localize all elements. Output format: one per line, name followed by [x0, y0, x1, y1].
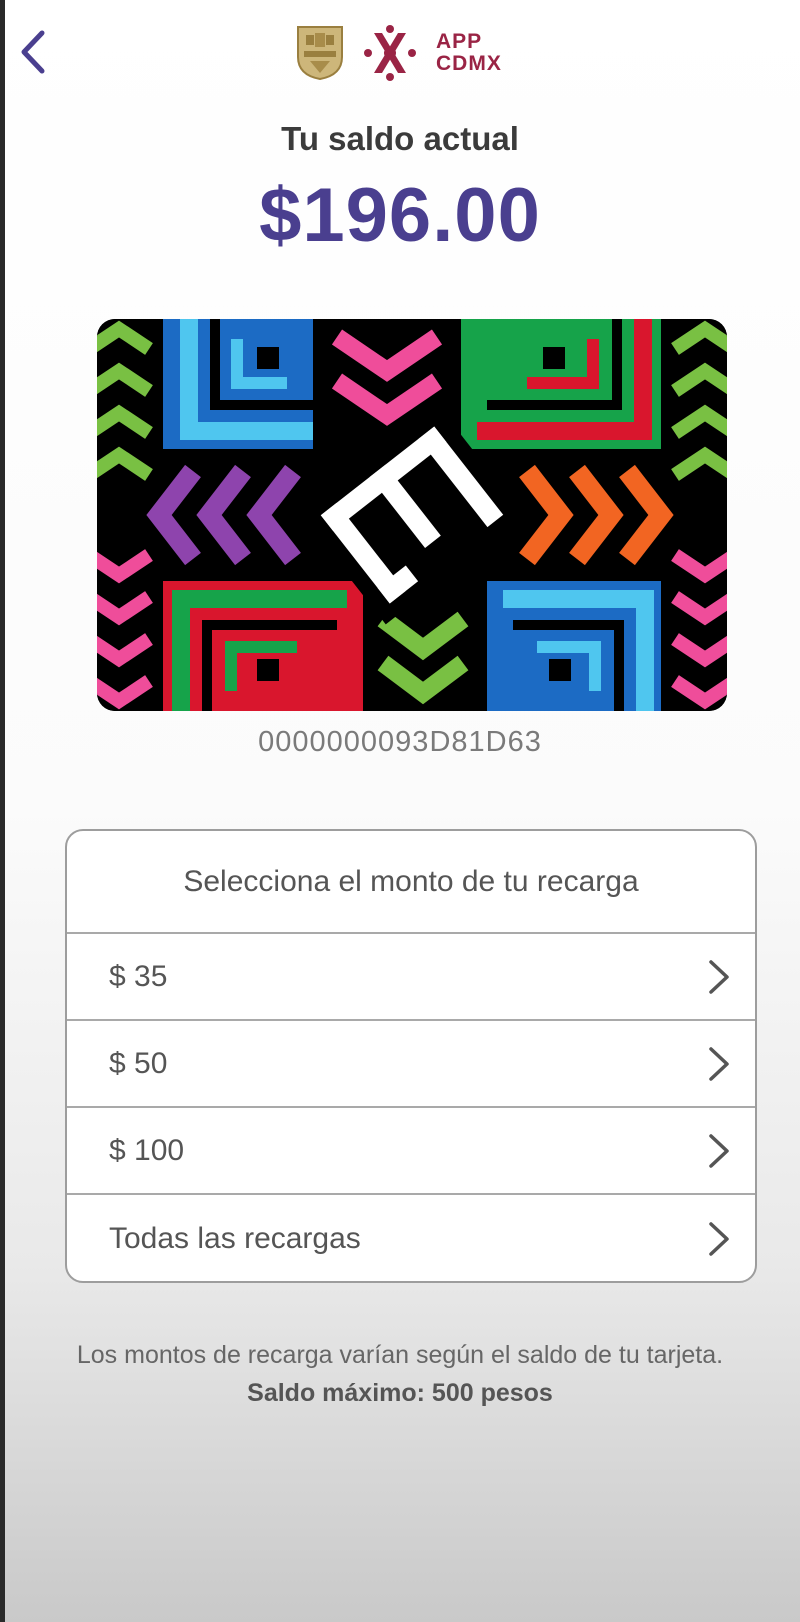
header-logos: APP CDMX	[296, 18, 502, 88]
recharge-option-100[interactable]: $ 100	[67, 1108, 755, 1195]
recharge-option-label: $ 100	[109, 1133, 185, 1167]
balance-label: Tu saldo actual	[281, 120, 519, 157]
chevron-right-icon	[709, 1046, 729, 1081]
chevron-right-icon	[709, 1133, 729, 1168]
recharge-option-label: $ 50	[109, 1046, 168, 1080]
cdmx-logo	[364, 25, 416, 81]
recharge-option-50[interactable]: $ 50	[67, 1021, 755, 1108]
recharge-option-label: Todas las recargas	[109, 1221, 361, 1255]
max-balance-note: Saldo máximo: 500 pesos	[247, 1379, 553, 1407]
balance-value: $196.00	[259, 173, 541, 258]
recharge-option-label: $ 35	[109, 959, 168, 993]
recharge-note-text: Los montos de recarga varían según el sa…	[76, 1341, 724, 1369]
chevron-left-icon	[21, 30, 45, 74]
app-label-line2: CDMX	[436, 52, 502, 75]
app-cdmx-label: APP CDMX	[436, 31, 502, 75]
recharge-option-35[interactable]: $ 35	[67, 934, 755, 1021]
recharge-title: Selecciona el monto de tu recarga	[67, 831, 755, 934]
metro-card-image	[97, 319, 727, 711]
recharge-options-panel: Selecciona el monto de tu recarga $ 35 $…	[65, 829, 757, 1283]
recharge-option-all[interactable]: Todas las recargas	[67, 1195, 755, 1281]
chevron-right-icon	[709, 959, 729, 994]
back-button[interactable]	[14, 22, 50, 82]
recharge-note: Los montos de recarga varían según el sa…	[40, 1336, 760, 1412]
coat-of-arms-logo	[297, 26, 343, 81]
app-label-line1: APP	[436, 30, 483, 53]
chevron-right-icon	[709, 1221, 729, 1256]
card-number: 0000000093D81D63	[258, 726, 542, 758]
